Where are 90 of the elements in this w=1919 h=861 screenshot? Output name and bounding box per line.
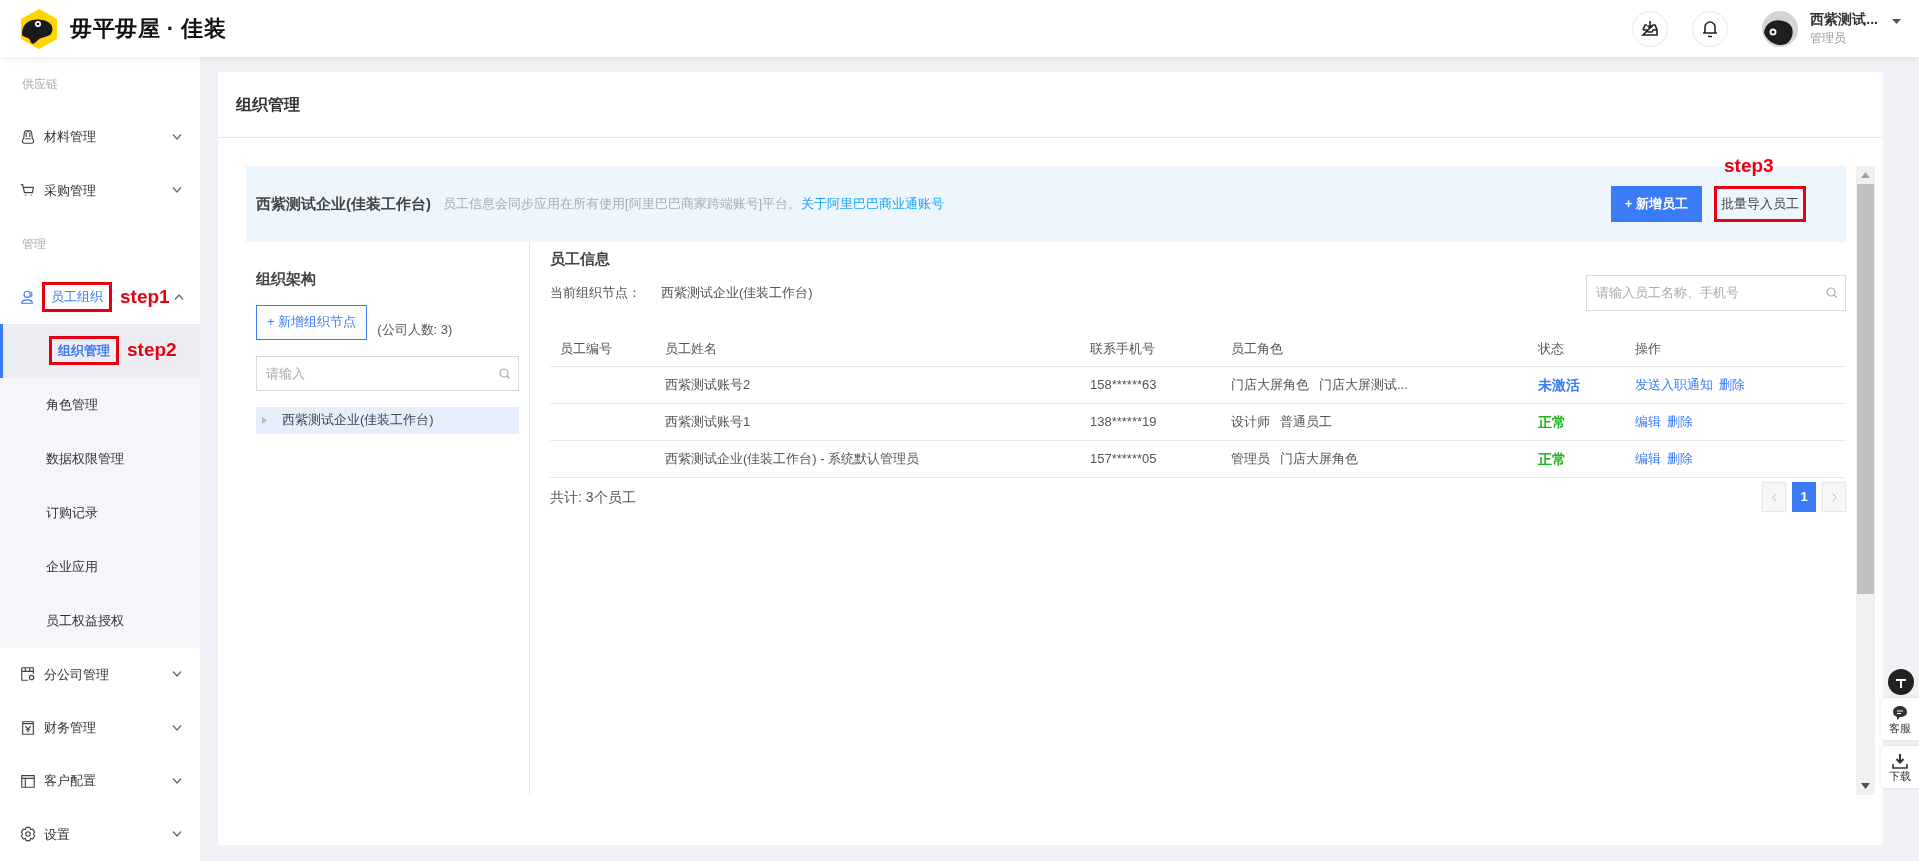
sidebar-item[interactable]: 采购管理	[44, 180, 96, 201]
total-count: 共计: 3个员工	[550, 487, 636, 507]
chevron-down-icon[interactable]	[172, 724, 182, 731]
section-label: 管理	[22, 235, 46, 253]
step-annotation: step2	[127, 338, 177, 363]
action-link[interactable]: 删除	[1719, 375, 1745, 395]
column-header: 员工姓名	[665, 330, 1090, 367]
search-icon	[499, 367, 510, 379]
dropdown-caret-icon[interactable]	[1892, 18, 1901, 25]
chevron-left-icon	[1771, 492, 1777, 502]
users-icon	[20, 288, 36, 305]
role-tag: 门店大屏角色	[1231, 375, 1309, 395]
chevron-down-icon[interactable]	[172, 671, 182, 678]
submenu-item[interactable]: 数据权限管理	[46, 448, 124, 469]
submenu-item[interactable]: 角色管理	[46, 394, 98, 415]
node-label: 当前组织节点：	[550, 283, 641, 302]
scroll-down-icon[interactable]	[1861, 783, 1870, 789]
status-text: 正常	[1538, 450, 1566, 467]
scrollbar[interactable]	[1856, 166, 1875, 795]
float-button[interactable]: 下载	[1881, 746, 1919, 788]
section-label: 供应链	[22, 75, 58, 93]
table-cell: 西紫测试账号1	[665, 403, 1090, 441]
action-link[interactable]: 删除	[1667, 449, 1693, 469]
column-header: 联系手机号	[1090, 330, 1231, 367]
chevron-down-icon[interactable]	[172, 777, 182, 784]
chevron-down-icon[interactable]	[172, 831, 182, 838]
add-node-button[interactable]: + 新增组织节点	[256, 304, 368, 340]
sidebar-item[interactable]: 财务管理	[44, 717, 96, 738]
user-role: 管理员	[1810, 30, 1848, 46]
logo-icon	[18, 7, 60, 50]
action-link[interactable]: 删除	[1667, 412, 1693, 432]
tree-node[interactable]: 西紫测试企业(佳装工作台)	[256, 406, 519, 434]
status-text: 正常	[1538, 413, 1566, 430]
step-annotation: step1	[120, 284, 170, 309]
step-annotation: step3	[1724, 154, 1774, 178]
chevron-down-icon[interactable]	[172, 134, 182, 140]
submenu-item[interactable]: 订购记录	[46, 502, 98, 523]
sidebar-item[interactable]: 材料管理	[44, 127, 96, 147]
staff-search-field[interactable]: 请输入员工名称、手机号	[1586, 274, 1846, 311]
submenu-item[interactable]: 企业应用	[46, 556, 98, 577]
import-staff-button[interactable]: 批量导入员工	[1714, 186, 1806, 222]
page-title: 组织管理	[236, 94, 300, 115]
chevron-up-icon[interactable]	[173, 293, 184, 300]
sidebar-item[interactable]: 设置	[44, 824, 70, 845]
chat-bubble-icon	[1892, 704, 1908, 721]
sidebar-item[interactable]: 员工组织	[42, 282, 112, 312]
notification-button[interactable]	[1692, 10, 1729, 47]
float-button[interactable]: 客服	[1881, 698, 1919, 740]
user-name: 西紫测试...	[1810, 11, 1878, 29]
inbox-download-button[interactable]	[1632, 10, 1669, 47]
table-cell: 西紫测试账号2	[665, 366, 1090, 404]
role-tag: 门店大屏角色	[1280, 449, 1358, 469]
table-cell: 西紫测试企业(佳装工作台) - 系统默认管理员	[665, 440, 1090, 478]
role-tag: 门店大屏测试...	[1319, 375, 1408, 395]
brand-name: 毋平毋屋 · 佳装	[70, 15, 227, 43]
sidebar-item[interactable]: 客户配置	[44, 771, 96, 791]
download-icon	[1892, 752, 1908, 769]
action-link[interactable]: 编辑	[1635, 412, 1661, 432]
chevron-right-icon	[1831, 492, 1837, 502]
table-cell: 158******63	[1090, 366, 1231, 404]
status-text: 未激活	[1538, 376, 1580, 393]
search-icon	[1826, 286, 1837, 298]
role-tag: 管理员	[1231, 449, 1270, 469]
submenu-item[interactable]: 员工权益授权	[46, 610, 124, 631]
role-tag: 普通员工	[1280, 412, 1332, 432]
action-link[interactable]: 编辑	[1635, 449, 1661, 469]
column-header: 员工编号	[550, 330, 665, 367]
column-header: 状态	[1538, 330, 1635, 367]
table-cell: 138******19	[1090, 403, 1231, 441]
column-header: 操作	[1635, 330, 1846, 367]
bell-icon	[1702, 19, 1719, 38]
sidebar-item[interactable]: 分公司管理	[44, 664, 109, 685]
action-link[interactable]: 发送入职通知	[1635, 375, 1713, 395]
add-staff-button[interactable]: + 新增员工	[1610, 186, 1702, 222]
table-cell: 157******05	[1090, 440, 1231, 478]
banner-note: 员工信息会同步应用在所有使用[阿里巴巴商家跨端账号]平台。	[443, 195, 802, 214]
section-title: 员工信息	[550, 249, 611, 269]
role-tag: 设计师	[1231, 412, 1270, 432]
section-title: 组织架构	[256, 269, 317, 289]
company-name: 西紫测试企业(佳装工作台)	[256, 193, 431, 214]
layout-icon	[20, 772, 38, 789]
settings-icon	[20, 826, 38, 843]
page-button[interactable]: 1	[1792, 482, 1816, 512]
chevron-down-icon[interactable]	[172, 187, 182, 194]
scrollbar-thumb[interactable]	[1857, 184, 1874, 594]
company-headcount: (公司人数: 3)	[377, 321, 453, 339]
avatar	[1762, 10, 1799, 47]
column-header: 员工角色	[1231, 330, 1538, 367]
org-search-field[interactable]: 请输入	[256, 355, 519, 391]
node-value: 西紫测试企业(佳装工作台)	[661, 283, 813, 302]
